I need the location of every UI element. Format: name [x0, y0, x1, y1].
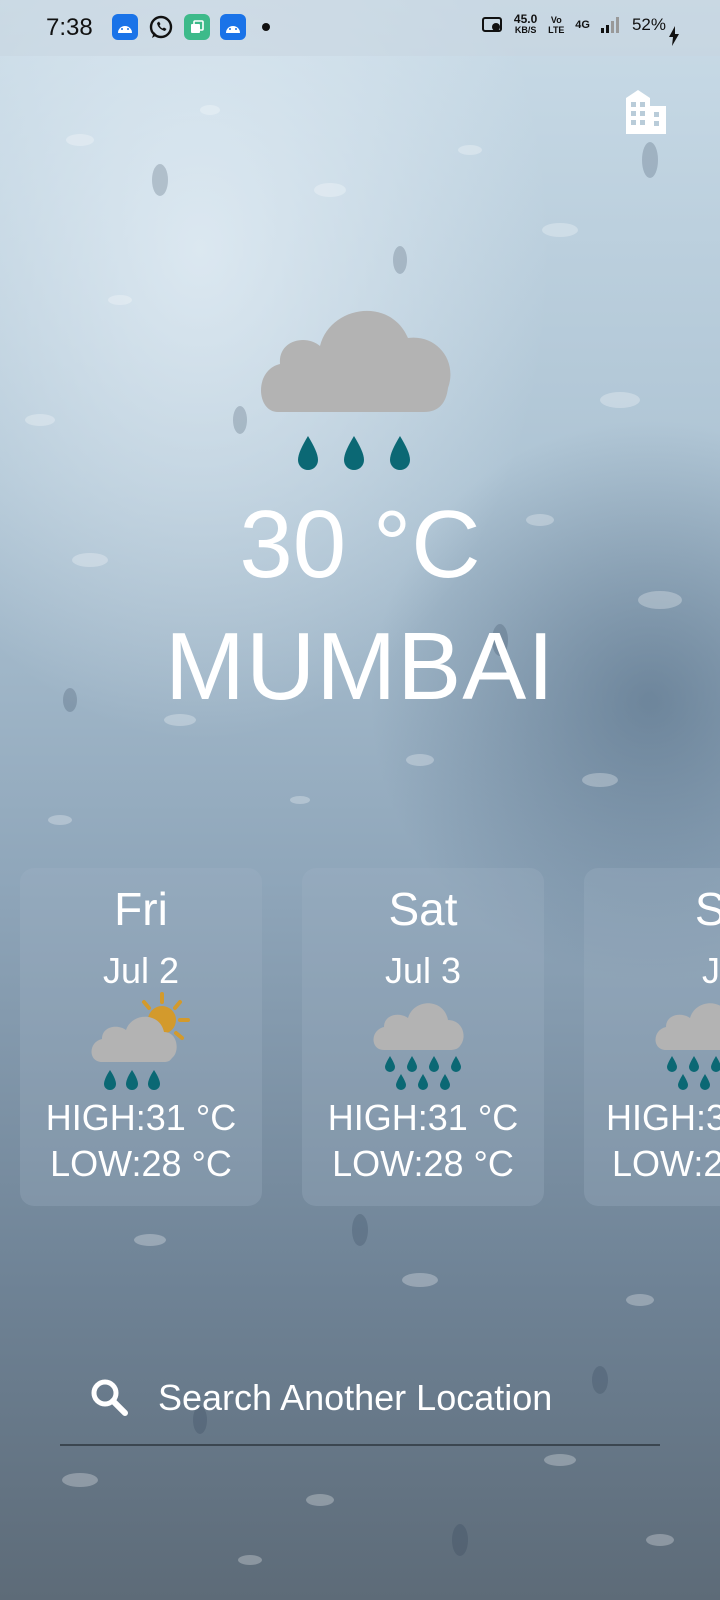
current-temperature: 30 °C — [239, 491, 481, 598]
forecast-high: HIGH:31 °C — [327, 1097, 519, 1138]
city-building-icon — [626, 90, 666, 134]
forecast-date: Jul 2 — [102, 950, 180, 991]
android-app-icon-2 — [220, 14, 246, 40]
sun-cloud-rain-icon — [91, 992, 190, 1090]
volte-icon: Vo LTE — [548, 15, 565, 35]
android-app-icon — [112, 14, 138, 40]
cloud-heavy-rain-icon — [655, 1003, 720, 1090]
forecast-card[interactable]: Su Jul HIGH:3 LOW:2 — [584, 868, 720, 1206]
cloud-rain-icon — [261, 310, 451, 470]
forecast-day: Sat — [388, 883, 458, 935]
network-type: 4G — [575, 19, 590, 31]
forecast-card[interactable]: Sat Jul 3 HIGH:31 °C LOW:28 °C — [302, 868, 544, 1206]
city-name: MUMBAI — [165, 613, 555, 720]
forecast-date: Jul 3 — [384, 950, 462, 991]
cloud-heavy-rain-icon — [373, 1003, 464, 1090]
charging-bolt-icon — [669, 26, 679, 46]
status-bar: 7:38 45.0 KB/S Vo LTE 4G 52% — [0, 0, 720, 56]
forecast-low: LOW:2 — [612, 1143, 720, 1184]
current-weather-icon — [258, 300, 458, 490]
notification-icons — [112, 14, 270, 40]
raindrop-texture — [25, 105, 682, 1565]
forecast-high: HIGH:31 °C — [45, 1097, 237, 1138]
forecast-day: Su — [694, 883, 720, 935]
status-time: 7:38 — [46, 14, 93, 41]
net-speed: 45.0 KB/S — [513, 12, 538, 35]
signal-icon — [600, 17, 619, 33]
city-button[interactable] — [618, 80, 674, 136]
screen-record-icon — [481, 17, 502, 32]
status-right-icons: 45.0 KB/S Vo LTE 4G 52% — [481, 12, 666, 36]
more-notifications-dot — [262, 23, 270, 31]
forecast-low: LOW:28 °C — [50, 1143, 232, 1184]
forecast-list[interactable]: Fri Jul 2 HIGH:31 °C LOW:28 °C Sat Jul 3 — [0, 868, 720, 1208]
forecast-high: HIGH:3 — [606, 1097, 720, 1138]
copy-app-icon — [184, 14, 210, 40]
search-icon[interactable] — [88, 1376, 130, 1418]
search-input[interactable] — [156, 1370, 650, 1426]
search-bar[interactable] — [60, 1362, 660, 1446]
forecast-card[interactable]: Fri Jul 2 HIGH:31 °C LOW:28 °C — [20, 868, 262, 1206]
forecast-low: LOW:28 °C — [332, 1143, 514, 1184]
search-underline — [60, 1444, 660, 1446]
forecast-date: Jul — [701, 950, 720, 991]
whatsapp-icon — [148, 14, 174, 40]
forecast-day: Fri — [114, 883, 168, 935]
battery-percent: 52% — [631, 15, 666, 34]
